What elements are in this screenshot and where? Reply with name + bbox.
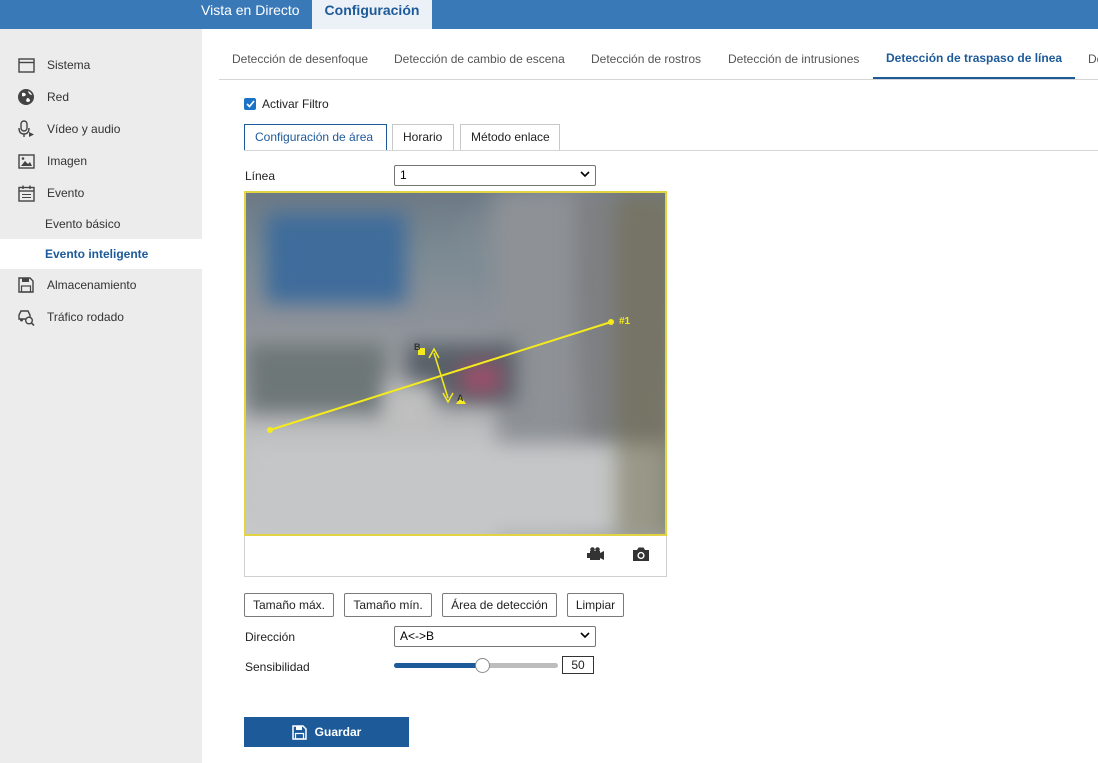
tab-detection-intrusion[interactable]: Detección de intrusiones xyxy=(728,40,859,79)
enable-filter-label: Activar Filtro xyxy=(262,97,329,111)
tab-detection-line-crossing[interactable]: Detección de traspaso de línea xyxy=(873,40,1076,79)
snapshot-camera-icon[interactable] xyxy=(632,546,650,562)
sidebar-item-label: Imagen xyxy=(47,154,88,168)
line-crossing-overlay xyxy=(267,319,614,433)
sensitivity-label: Sensibilidad xyxy=(245,660,310,674)
detection-area-button[interactable]: Área de detección xyxy=(442,593,557,617)
tab-detection-blur[interactable]: Detección de desenfoque xyxy=(232,40,368,79)
save-icon xyxy=(291,724,307,740)
tab-linkage-method[interactable]: Método enlace xyxy=(460,124,560,151)
video-preview[interactable]: #1 B A xyxy=(244,191,667,536)
video-toolbar xyxy=(244,536,667,577)
direction-select-value: A<->B xyxy=(400,629,435,643)
sidebar-item-trafico-rodado[interactable]: Tráfico rodado xyxy=(0,302,202,332)
line-id-label: #1 xyxy=(619,316,631,327)
chevron-down-icon xyxy=(580,171,590,178)
sidebar-item-evento-basico[interactable]: Evento básico xyxy=(0,209,202,239)
sidebar-item-sistema[interactable]: Sistema xyxy=(0,50,202,80)
sidebar-item-video-audio[interactable]: Vídeo y audio xyxy=(0,114,202,144)
sidebar-item-label: Vídeo y audio xyxy=(47,122,121,136)
max-size-button[interactable]: Tamaño máx. xyxy=(244,593,334,617)
sidebar-item-evento[interactable]: Evento xyxy=(0,178,202,208)
check-icon xyxy=(245,100,255,108)
tab-detection-faces[interactable]: Detección de rostros xyxy=(591,40,701,79)
slider-fill xyxy=(394,663,479,668)
tab-detection-scene-change[interactable]: Detección de cambio de escena xyxy=(394,40,565,79)
image-icon xyxy=(17,152,35,170)
direction-label: Dirección xyxy=(245,630,296,644)
enable-filter-row: Activar Filtro xyxy=(244,97,329,111)
chevron-down-icon xyxy=(580,632,590,639)
sidebar-item-label: Almacenamiento xyxy=(47,278,137,292)
microphone-icon xyxy=(17,120,35,138)
record-icon[interactable] xyxy=(587,546,605,562)
tab-detection-more[interactable]: De xyxy=(1088,40,1098,79)
sidebar-item-imagen[interactable]: Imagen xyxy=(0,146,202,176)
tab-schedule[interactable]: Horario xyxy=(392,124,454,151)
sidebar-item-almacenamiento[interactable]: Almacenamiento xyxy=(0,270,202,300)
sidebar-item-label: Evento inteligente xyxy=(45,247,149,261)
sensitivity-value[interactable]: 50 xyxy=(562,656,594,674)
point-b-label: B xyxy=(414,342,421,352)
sidebar-item-label: Tráfico rodado xyxy=(47,310,124,324)
save-button[interactable]: Guardar xyxy=(244,717,409,747)
steps-divider xyxy=(244,150,1098,151)
globe-icon xyxy=(17,88,35,106)
sidebar-item-label: Sistema xyxy=(47,58,91,72)
save-button-label: Guardar xyxy=(314,725,362,739)
sidebar-item-label: Red xyxy=(47,90,70,104)
sidebar-item-red[interactable]: Red xyxy=(0,82,202,112)
clear-button[interactable]: Limpiar xyxy=(567,593,624,617)
sidebar-item-evento-inteligente[interactable]: Evento inteligente xyxy=(0,239,202,269)
traffic-search-icon xyxy=(17,308,35,326)
tab-configuration[interactable]: Configuración xyxy=(312,0,432,29)
calendar-icon xyxy=(17,184,35,202)
save-icon xyxy=(17,276,35,294)
sensitivity-slider[interactable] xyxy=(394,658,558,673)
sidebar: Sistema Red Vídeo y audio Imagen Evento … xyxy=(0,29,202,763)
line-select[interactable]: 1 xyxy=(394,165,596,186)
monitor-icon xyxy=(17,56,35,74)
point-a-label: A xyxy=(457,393,464,403)
line-label: Línea xyxy=(245,169,276,183)
sidebar-item-label: Evento xyxy=(47,186,85,200)
slider-thumb[interactable] xyxy=(475,658,490,673)
sidebar-item-label: Evento básico xyxy=(45,217,121,231)
min-size-button[interactable]: Tamaño mín. xyxy=(344,593,432,617)
direction-select[interactable]: A<->B xyxy=(394,626,596,647)
tab-area-config[interactable]: Configuración de área xyxy=(244,124,387,151)
detection-tabs: Detección de desenfoque Detección de cam… xyxy=(219,40,1098,80)
line-select-value: 1 xyxy=(400,168,407,182)
enable-filter-checkbox[interactable] xyxy=(244,98,256,110)
top-navigation-bar: Vista en Directo Configuración xyxy=(0,0,1098,29)
tab-live-view[interactable]: Vista en Directo xyxy=(201,0,300,29)
